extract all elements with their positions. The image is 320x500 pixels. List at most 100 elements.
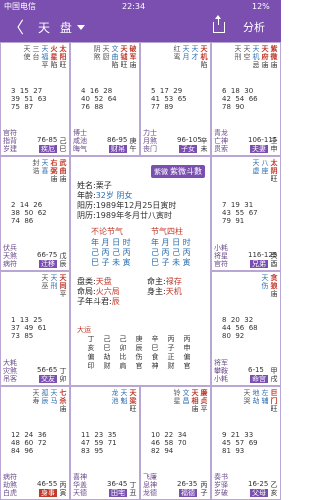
gods-list: 官符 指背 岁建 <box>3 129 17 153</box>
palace-chou[interactable]: 天梁旺天魁龙池 11 23 35 47 59 71 83 95 喜神 华盖 天德 36… <box>70 386 140 500</box>
star: 贪狼庙 <box>270 274 278 298</box>
palace-zi[interactable]: 廉贞平天相庙文昌铃星 10 22 34 46 58 70 82 94 飞廉 息神 龙… <box>140 386 211 500</box>
flow-cell: 庚 <box>135 335 143 343</box>
star: 天同平 <box>59 274 67 298</box>
nav-bar: 〈 天 盘 分析 <box>0 14 281 42</box>
share-icon[interactable] <box>213 15 225 33</box>
flow-cell: 己 <box>103 335 111 343</box>
stem-branch: 丙子 <box>200 481 208 497</box>
stem-branch: 乙亥 <box>270 481 278 497</box>
palace-shen[interactable]: 紫微庙天府庙天机忌天空天刑 6 18 30 42 54 66 78 90 青龙 亡神… <box>211 42 281 156</box>
analyze-button[interactable]: 分析 <box>243 20 265 36</box>
star: 天马 <box>50 389 58 405</box>
minor-limit-ages: 1 13 25 37 49 61 73 85 <box>11 316 47 340</box>
flow-cell: 巳 <box>151 344 159 352</box>
flow-cell: 财 <box>167 362 175 370</box>
chart-type-selector[interactable]: 天 盘 <box>38 20 85 36</box>
stem-branch: 丙寅 <box>59 481 67 497</box>
star: 孤辰 <box>41 389 49 405</box>
palace-name[interactable]: 财帛 <box>109 145 127 153</box>
palace-you[interactable]: 太阴旺八座天虚7 19 31 43 55 67 79 91 小耗 将星 官符 116… <box>211 156 281 271</box>
flow-cell: 巳 <box>103 344 111 352</box>
palace-name[interactable]: 父母 <box>250 489 268 497</box>
person-name: 栗子 <box>95 181 112 190</box>
flow-cell: 正 <box>167 353 175 361</box>
star: 文曲陷 <box>111 45 119 69</box>
palace-name[interactable]: 子女 <box>179 145 197 153</box>
palace-wei[interactable]: 天机陷天才天月红鸾 5 17 29 41 53 65 77 89 力士 月煞 丧门 9… <box>140 42 211 156</box>
minor-limit-ages: 7 19 31 43 55 67 79 91 <box>222 201 258 225</box>
star: 破军庙 <box>129 45 137 69</box>
palace-wu[interactable]: 破军庙天钺旺文曲陷天厨阴煞 4 16 28 40 52 64 76 88 博士 咸池… <box>70 42 140 156</box>
star: 天哭 <box>243 389 251 405</box>
star: 天才 <box>191 45 199 61</box>
minor-limit-ages: 8 20 32 44 56 68 80 92 <box>222 316 258 340</box>
flow-cell: 卯 <box>119 344 127 352</box>
flow-cell: 伤 <box>135 353 143 361</box>
flow-cell: 官 <box>135 362 143 370</box>
star: 地劫 <box>252 389 260 405</box>
flow-cell: 偏 <box>87 353 95 361</box>
palace-name[interactable]: 迁移 <box>39 260 57 268</box>
minor-limit-ages: 12 24 36 48 60 72 84 96 <box>11 431 47 455</box>
star: 天机陷 <box>200 45 208 69</box>
palace-hai[interactable]: 巨门旺左辅地劫天哭 9 21 33 45 57 69 81 93 奏书 岁驿 岁破 1… <box>211 386 281 500</box>
flow-cell: 丙 <box>167 335 175 343</box>
palace-name[interactable]: 夫妻 <box>250 145 268 153</box>
flow-cell: 己 <box>119 335 127 343</box>
star: 火星陷 <box>50 45 58 69</box>
status-bar: 中国电信 22:34 12% <box>0 0 281 14</box>
palace-name[interactable]: 田宅 <box>109 489 127 497</box>
star: 天刑 <box>50 274 58 290</box>
star: 天厨 <box>102 45 110 61</box>
decade-range: 96-105 <box>177 136 202 144</box>
star-list: 天同平天刑天巫 <box>3 274 67 298</box>
palace-name[interactable]: 身事 <box>39 489 57 497</box>
star-list: 七杀庙天马孤辰天寿 <box>3 389 67 413</box>
stem-branch: 丁卯 <box>59 367 67 383</box>
palace-yin[interactable]: 七杀庙天马孤辰天寿 12 24 36 48 60 72 84 96 病符 劫煞 白虎… <box>0 386 70 500</box>
person-age: 32岁 阴女 <box>95 191 133 200</box>
star-list: 廉贞平天相庙文昌铃星 <box>143 389 208 413</box>
flow-cell: 丙 <box>183 335 191 343</box>
pillars-box-1: 不论节气 年 月 日 时 己 丙 己 丙 巳 子 未 寅 <box>91 227 131 267</box>
pillars-box-2: 节气四柱 年 月 日 时 己 丙 己 丙 巳 子 未 寅 <box>151 227 191 267</box>
minor-limit-ages: 6 18 30 42 54 66 78 90 <box>222 87 258 111</box>
carrier-label: 中国电信 <box>4 2 36 11</box>
gods-list: 奏书 岁驿 岁破 <box>214 473 228 497</box>
flow-cell: 子 <box>167 344 175 352</box>
star-list: 天机陷天才天月红鸾 <box>143 45 208 69</box>
star: 八座 <box>261 159 269 175</box>
stem-branch: 辛未 <box>200 137 208 153</box>
palace-chen[interactable]: 武曲庙右弼庙天喜封诰 2 14 26 38 50 62 74 86 伏兵 天煞 病符… <box>0 156 70 271</box>
flow-cell: 劫 <box>103 353 111 361</box>
star-list: 天梁旺天魁龙池 <box>73 389 137 413</box>
flow-cell: 辰 <box>135 344 143 352</box>
palace-name[interactable]: 命宫 <box>250 375 268 383</box>
palace-name[interactable]: 交友 <box>39 375 57 383</box>
palace-name[interactable]: 疾厄 <box>39 145 57 153</box>
star: 巨门旺 <box>270 389 278 413</box>
palace-name[interactable]: 福德 <box>179 489 197 497</box>
star: 廉贞平 <box>200 389 208 413</box>
palace-name[interactable]: 兄弟 <box>250 260 268 268</box>
solar-date: 1989年12月25日寅时 <box>95 201 177 210</box>
palace-si[interactable]: 太阳旺火星陷天福平三台天使 3 15 27 39 51 63 75 87 官符 指背… <box>0 42 70 156</box>
stem-branch: 戊辰 <box>59 252 67 268</box>
star-list: 武曲庙右弼庙天喜封诰 <box>3 159 67 183</box>
decade-range: 66-75 <box>37 251 58 259</box>
palace-mao[interactable]: 天同平天刑天巫 1 13 25 37 49 61 73 85 大耗 灾煞 吊客 56-… <box>0 271 70 386</box>
gods-list: 力士 月煞 丧门 <box>143 129 157 153</box>
stem-branch: 癸酉 <box>270 252 278 268</box>
decade-range: 26-35 <box>177 480 198 488</box>
flow-cell: 肩 <box>119 362 127 370</box>
palace-xu[interactable]: 贪狼庙天伤 8 20 32 44 56 68 80 92 将军 攀鞍 小耗 6-15 命… <box>211 271 281 386</box>
minor-limit-ages: 3 15 27 39 51 63 75 87 <box>11 87 47 111</box>
back-icon[interactable]: 〈 <box>8 18 24 38</box>
star: 文昌 <box>182 389 190 405</box>
decade-range: 76-85 <box>37 136 58 144</box>
flow-cell: 申 <box>183 344 191 352</box>
star: 三台 <box>32 45 40 61</box>
minor-limit-ages: 4 16 28 40 52 64 76 88 <box>81 87 117 111</box>
stem-branch: 丁丑 <box>129 481 137 497</box>
